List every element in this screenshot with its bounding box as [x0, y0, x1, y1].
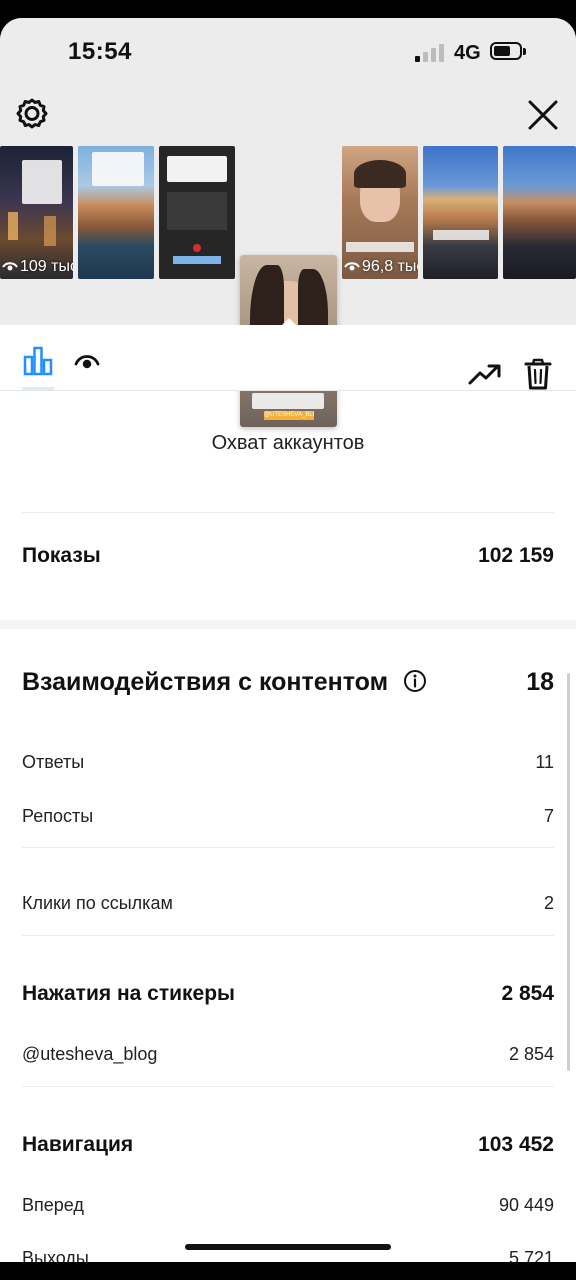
info-icon[interactable]: [403, 669, 427, 693]
link-clicks-value: 2: [543, 893, 554, 913]
replies-label: Ответы: [22, 752, 85, 772]
story-carousel: 109 тыс 96,8 тыс: [0, 146, 576, 427]
navigation-total: 103 452: [478, 1133, 554, 1156]
divider: [22, 1086, 554, 1087]
impressions-value: 102 159: [478, 544, 554, 567]
divider: [22, 935, 554, 936]
reach-label: Охват аккаунтов: [211, 432, 365, 454]
story-thumbnail[interactable]: [423, 146, 498, 279]
sticker-item-label: @utesheva_blog: [22, 1044, 158, 1064]
active-tab-indicator: [22, 387, 54, 390]
exits-label: Выходы: [22, 1248, 89, 1262]
close-icon[interactable]: [526, 98, 560, 132]
story-thumbnail[interactable]: 96,8 тыс: [342, 146, 418, 279]
clock: 15:54: [68, 38, 132, 65]
divider: [22, 512, 554, 513]
story-thumbnail[interactable]: [78, 146, 154, 279]
trash-icon[interactable]: [524, 358, 552, 390]
replies-value: 11: [535, 752, 554, 772]
home-indicator[interactable]: [185, 1244, 391, 1250]
divider: [22, 847, 554, 848]
link-clicks-label: Клики по ссылкам: [22, 893, 173, 913]
eye-icon[interactable]: [74, 352, 100, 372]
scrollbar[interactable]: [567, 673, 570, 1071]
impressions-label: Показы: [22, 544, 101, 567]
signal-icon: [415, 44, 445, 62]
story-header: 15:54 4G 109 тыс 96,8 ты @UTESHEVA_BL: [0, 18, 576, 427]
exits-value: 5 721: [508, 1248, 554, 1262]
status-bar: 15:54 4G: [0, 18, 576, 88]
views-count: 96,8 тыс: [344, 258, 418, 276]
sticker-label: @UTESHEVA_BLOG: [264, 411, 314, 420]
eye-icon: [2, 262, 18, 271]
gear-icon[interactable]: [14, 96, 50, 132]
insights-toolbar: [0, 325, 576, 391]
sticker-taps-title: Нажатия на стикеры: [22, 982, 235, 1005]
story-insights-screen: 15:54 4G 109 тыс 96,8 ты @UTESHEVA_BL Ох…: [0, 18, 576, 1262]
forward-label: Вперед: [22, 1195, 84, 1215]
forward-value: 90 449: [498, 1195, 554, 1215]
navigation-title: Навигация: [22, 1133, 134, 1156]
sticker-taps-total: 2 854: [501, 982, 554, 1005]
interactions-title: Взаимодействия с контентом: [22, 668, 427, 697]
story-thumbnail[interactable]: [503, 146, 576, 279]
views-count: 109 тыс: [2, 258, 73, 276]
eye-icon: [344, 262, 360, 271]
story-thumbnail[interactable]: [159, 146, 235, 279]
network-type: 4G: [454, 42, 481, 64]
sticker-item-value: 2 854: [508, 1044, 554, 1064]
trending-up-icon[interactable]: [468, 363, 502, 385]
section-separator: [0, 620, 576, 629]
shares-label: Репосты: [22, 806, 94, 826]
interactions-total: 18: [526, 668, 554, 696]
shares-value: 7: [543, 806, 554, 826]
battery-icon: [490, 42, 526, 62]
story-thumbnail[interactable]: 109 тыс: [0, 146, 73, 279]
bar-chart-icon[interactable]: [22, 345, 54, 377]
